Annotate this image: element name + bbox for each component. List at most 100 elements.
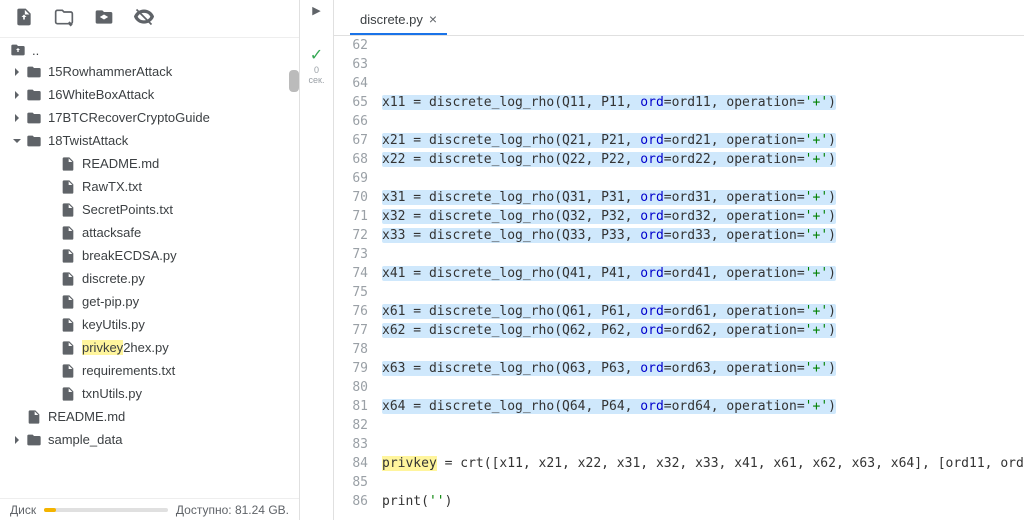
folder-up-icon: [10, 42, 26, 58]
folder-row[interactable]: 15RowhammerAttack: [4, 60, 297, 83]
folder-label: 16WhiteBoxAttack: [48, 87, 154, 102]
code-line[interactable]: 76x61 = discrete_log_rho(Q61, P61, ord=o…: [334, 302, 1024, 321]
file-label: get-pip.py: [82, 294, 139, 309]
code-line[interactable]: 69: [334, 169, 1024, 188]
file-label: txnUtils.py: [82, 386, 142, 401]
line-number: 83: [334, 435, 378, 454]
line-number: 84: [334, 454, 378, 473]
file-row[interactable]: SecretPoints.txt: [4, 198, 297, 221]
code-line[interactable]: 80: [334, 378, 1024, 397]
code-line[interactable]: 70x31 = discrete_log_rho(Q31, P31, ord=o…: [334, 188, 1024, 207]
file-row[interactable]: README.md: [4, 152, 297, 175]
code-line[interactable]: 86print(''): [334, 492, 1024, 511]
exec-count: 0: [314, 65, 319, 75]
code-line[interactable]: 66: [334, 112, 1024, 131]
code-line[interactable]: 77x62 = discrete_log_rho(Q62, P62, ord=o…: [334, 321, 1024, 340]
code-line[interactable]: 82: [334, 416, 1024, 435]
folder-row[interactable]: 17BTCRecoverCryptoGuide: [4, 106, 297, 129]
line-number: 79: [334, 359, 378, 378]
code-line[interactable]: 72x33 = discrete_log_rho(Q33, P33, ord=o…: [334, 226, 1024, 245]
file-row[interactable]: attacksafe: [4, 221, 297, 244]
file-label: breakECDSA.py: [82, 248, 177, 263]
code-line[interactable]: 84privkey = crt([x11, x21, x22, x31, x32…: [334, 454, 1024, 473]
line-number: 78: [334, 340, 378, 359]
file-label: discrete.py: [82, 271, 145, 286]
code-line[interactable]: 62: [334, 36, 1024, 55]
line-number: 75: [334, 283, 378, 302]
file-browser-sidebar: .. 15RowhammerAttack 16WhiteBoxAttack 17BT…: [0, 0, 300, 520]
line-number: 71: [334, 207, 378, 226]
line-source: x22 = discrete_log_rho(Q22, P22, ord=ord…: [378, 150, 1024, 169]
line-number: 66: [334, 112, 378, 131]
file-row[interactable]: README.md: [4, 405, 297, 428]
line-source: [378, 283, 1024, 302]
exec-seconds: сек.: [309, 75, 325, 85]
line-number: 62: [334, 36, 378, 55]
tab-discrete-py[interactable]: discrete.py ×: [350, 4, 447, 35]
mount-drive-icon[interactable]: [94, 7, 114, 30]
line-source: [378, 112, 1024, 131]
file-label: attacksafe: [82, 225, 141, 240]
code-line[interactable]: 68x22 = discrete_log_rho(Q22, P22, ord=o…: [334, 150, 1024, 169]
line-number: 70: [334, 188, 378, 207]
file-row[interactable]: RawTX.txt: [4, 175, 297, 198]
line-number: 65: [334, 93, 378, 112]
folder-label: 15RowhammerAttack: [48, 64, 172, 79]
file-row[interactable]: discrete.py: [4, 267, 297, 290]
file-label: privkey2hex.py: [82, 340, 169, 355]
line-source: [378, 169, 1024, 188]
check-icon: ✓: [310, 45, 323, 65]
folder-row-open[interactable]: 18TwistAttack: [4, 129, 297, 152]
line-number: 63: [334, 55, 378, 74]
code-line[interactable]: 63: [334, 55, 1024, 74]
code-line[interactable]: 73: [334, 245, 1024, 264]
code-line[interactable]: 65x11 = discrete_log_rho(Q11, P11, ord=o…: [334, 93, 1024, 112]
line-number: 80: [334, 378, 378, 397]
line-number: 77: [334, 321, 378, 340]
file-label: keyUtils.py: [82, 317, 145, 332]
line-number: 76: [334, 302, 378, 321]
line-source: [378, 74, 1024, 93]
code-line[interactable]: 75: [334, 283, 1024, 302]
code-line[interactable]: 81x64 = discrete_log_rho(Q64, P64, ord=o…: [334, 397, 1024, 416]
line-number: 74: [334, 264, 378, 283]
parent-dir-row[interactable]: ..: [0, 38, 299, 60]
upload-icon[interactable]: [14, 7, 34, 30]
code-line[interactable]: 67x21 = discrete_log_rho(Q21, P21, ord=o…: [334, 131, 1024, 150]
code-line[interactable]: 78: [334, 340, 1024, 359]
code-line[interactable]: 83: [334, 435, 1024, 454]
line-source: [378, 245, 1024, 264]
code-line[interactable]: 74x41 = discrete_log_rho(Q41, P41, ord=o…: [334, 264, 1024, 283]
file-label: README.md: [82, 156, 159, 171]
new-folder-icon[interactable]: [54, 7, 74, 30]
line-source: x63 = discrete_log_rho(Q63, P63, ord=ord…: [378, 359, 1024, 378]
file-row[interactable]: txnUtils.py: [4, 382, 297, 405]
code-line[interactable]: 85: [334, 473, 1024, 492]
file-row[interactable]: breakECDSA.py: [4, 244, 297, 267]
disk-usage-bar: [44, 508, 168, 512]
line-source: x61 = discrete_log_rho(Q61, P61, ord=ord…: [378, 302, 1024, 321]
collapse-caret-icon[interactable]: ▶: [312, 4, 320, 17]
folder-row[interactable]: sample_data: [4, 428, 297, 451]
editor-pane: discrete.py × 62636465x11 = discrete_log…: [334, 0, 1024, 520]
code-area[interactable]: 62636465x11 = discrete_log_rho(Q11, P11,…: [334, 36, 1024, 520]
code-line[interactable]: 71x32 = discrete_log_rho(Q32, P32, ord=o…: [334, 207, 1024, 226]
visibility-off-icon[interactable]: [134, 7, 154, 30]
file-label: README.md: [48, 409, 125, 424]
line-source: [378, 340, 1024, 359]
file-row[interactable]: get-pip.py: [4, 290, 297, 313]
line-source: print(''): [378, 492, 1024, 511]
file-row[interactable]: requirements.txt: [4, 359, 297, 382]
line-number: 72: [334, 226, 378, 245]
code-line[interactable]: 79x63 = discrete_log_rho(Q63, P63, ord=o…: [334, 359, 1024, 378]
line-number: 64: [334, 74, 378, 93]
folder-label: sample_data: [48, 432, 122, 447]
tree-scrollbar[interactable]: [289, 70, 299, 92]
folder-row[interactable]: 16WhiteBoxAttack: [4, 83, 297, 106]
close-icon[interactable]: ×: [429, 11, 437, 27]
file-row[interactable]: keyUtils.py: [4, 313, 297, 336]
code-line[interactable]: 64: [334, 74, 1024, 93]
line-source: [378, 416, 1024, 435]
parent-dir-label: ..: [32, 43, 39, 58]
file-row[interactable]: privkey2hex.py: [4, 336, 297, 359]
